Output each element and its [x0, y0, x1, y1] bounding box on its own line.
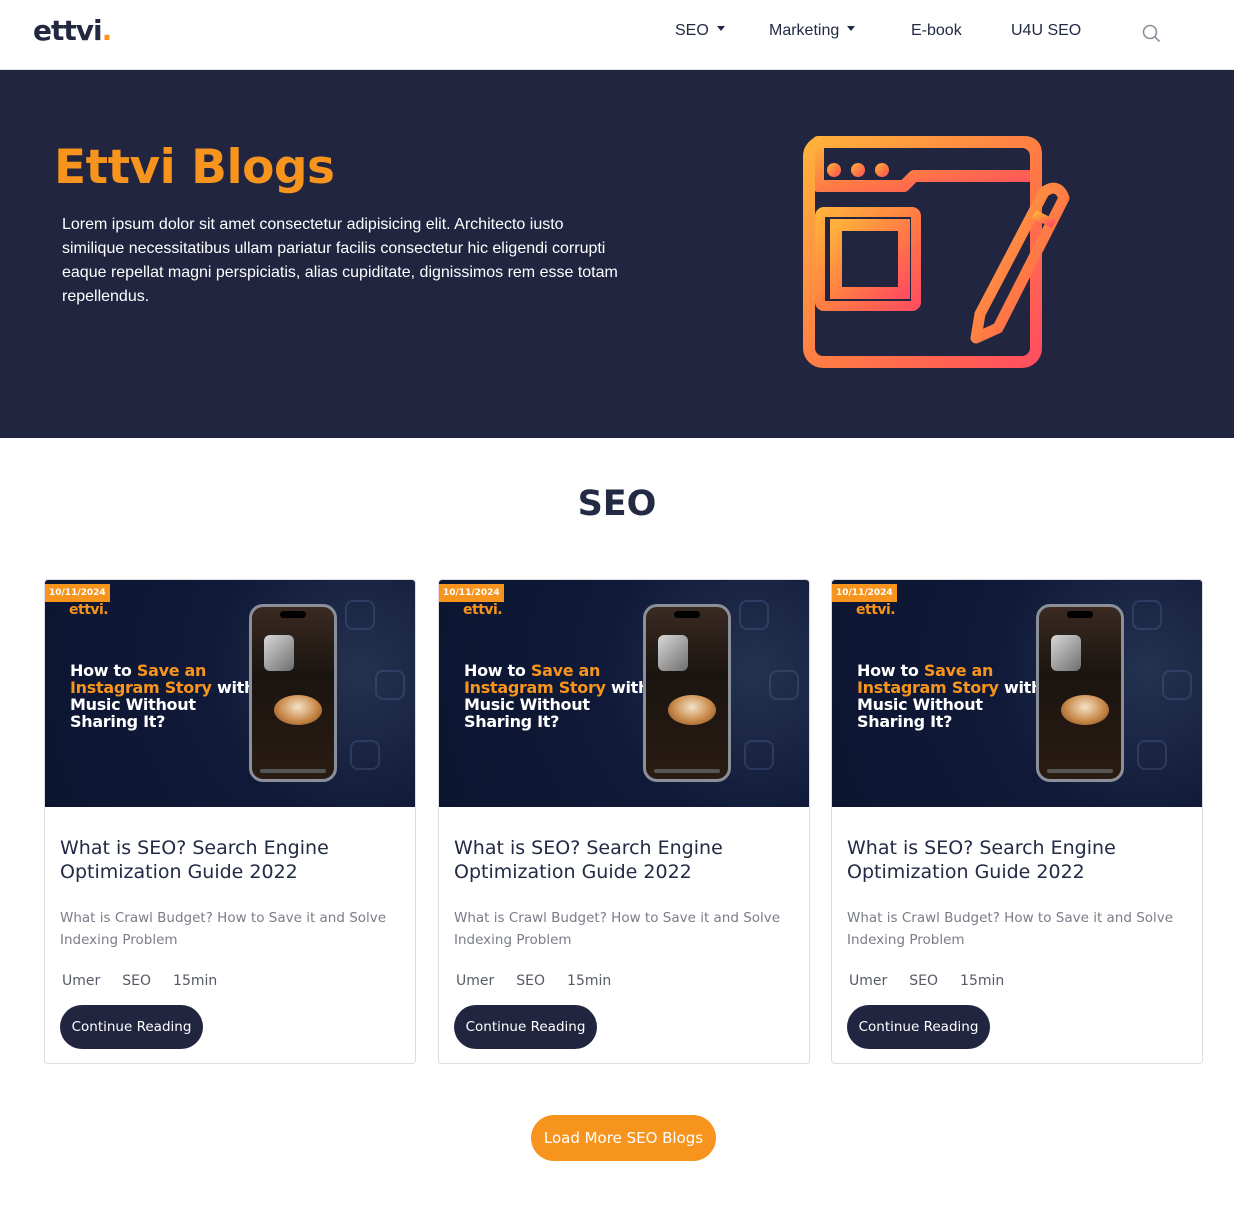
blog-card-meta: Umer SEO 15min — [456, 973, 633, 989]
blog-article-edit-icon — [796, 132, 1076, 372]
thumbnail-date: 10/11/2024 — [45, 584, 110, 602]
category: SEO — [122, 973, 152, 989]
nav-seo-label: SEO — [675, 22, 709, 39]
hero-banner: Ettvi Blogs Lorem ipsum dolor sit amet c… — [0, 70, 1234, 438]
thumbnail-date: 10/11/2024 — [439, 584, 504, 602]
thumbnail-brand: ettvi. — [856, 602, 896, 618]
pattern-decoration — [744, 740, 774, 770]
blog-card-description: What is Crawl Budget? How to Save it and… — [454, 910, 781, 948]
blog-card-title[interactable]: What is SEO? Search Engine Optimization … — [454, 836, 784, 884]
pattern-decoration — [1162, 670, 1192, 700]
pattern-decoration — [739, 600, 769, 630]
chevron-down-icon — [716, 26, 725, 32]
load-more-button[interactable]: Load More SEO Blogs — [531, 1115, 716, 1161]
thumbnail-date: 10/11/2024 — [832, 584, 897, 602]
blog-card-title[interactable]: What is SEO? Search Engine Optimization … — [60, 836, 390, 884]
author: Umer — [62, 973, 101, 989]
search-icon[interactable] — [1140, 22, 1162, 44]
read-time: 15min — [960, 973, 1005, 989]
chevron-down-icon — [847, 26, 856, 32]
continue-reading-button[interactable]: Continue Reading — [847, 1005, 990, 1049]
nav-u4u-seo-label: U4U SEO — [1011, 22, 1082, 39]
blog-card-description: What is Crawl Budget? How to Save it and… — [847, 910, 1174, 948]
section-title: SEO — [577, 484, 657, 524]
site-header: ettvi. SEO Marketing E-book U4U SEO — [0, 0, 1234, 70]
thumbnail-brand: ettvi. — [69, 602, 109, 618]
blog-card-meta: Umer SEO 15min — [849, 973, 1026, 989]
blog-card: 10/11/2024 ettvi. How to Save an Instagr… — [831, 579, 1203, 1064]
thumbnail-brand: ettvi. — [463, 602, 503, 618]
pattern-decoration — [375, 670, 405, 700]
pattern-decoration — [350, 740, 380, 770]
blog-thumbnail[interactable]: 10/11/2024 ettvi. How to Save an Instagr… — [832, 580, 1202, 807]
thumbnail-headline: How to Save an Instagram Story with Musi… — [464, 661, 650, 731]
thumbnail-headline: How to Save an Instagram Story with Musi… — [70, 661, 256, 731]
phone-image — [1036, 604, 1124, 782]
blog-thumbnail[interactable]: 10/11/2024 ettvi. How to Save an Instagr… — [45, 580, 415, 807]
blog-card-description: What is Crawl Budget? How to Save it and… — [60, 910, 387, 948]
category: SEO — [516, 973, 546, 989]
category: SEO — [909, 973, 939, 989]
blog-thumbnail[interactable]: 10/11/2024 ettvi. How to Save an Instagr… — [439, 580, 809, 807]
author: Umer — [849, 973, 888, 989]
nav-marketing[interactable]: Marketing — [769, 22, 856, 40]
nav-seo[interactable]: SEO — [675, 22, 725, 40]
blog-card: 10/11/2024 ettvi. How to Save an Instagr… — [44, 579, 416, 1064]
nav-ebook-label: E-book — [911, 22, 962, 39]
pattern-decoration — [1137, 740, 1167, 770]
blog-card-title[interactable]: What is SEO? Search Engine Optimization … — [847, 836, 1177, 884]
blog-card-meta: Umer SEO 15min — [62, 973, 239, 989]
phone-image — [643, 604, 731, 782]
pattern-decoration — [345, 600, 375, 630]
hero-title: Ettvi Blogs — [54, 140, 335, 195]
nav-ebook[interactable]: E-book — [911, 22, 962, 40]
continue-reading-button[interactable]: Continue Reading — [60, 1005, 203, 1049]
author: Umer — [456, 973, 495, 989]
phone-image — [249, 604, 337, 782]
read-time: 15min — [173, 973, 218, 989]
read-time: 15min — [567, 973, 612, 989]
nav-marketing-label: Marketing — [769, 22, 840, 39]
nav-u4u-seo[interactable]: U4U SEO — [1011, 22, 1081, 40]
pattern-decoration — [769, 670, 799, 700]
hero-description: Lorem ipsum dolor sit amet consectetur a… — [62, 216, 618, 305]
continue-reading-button[interactable]: Continue Reading — [454, 1005, 597, 1049]
pattern-decoration — [1132, 600, 1162, 630]
ettvi-logo[interactable]: ettvi. — [33, 14, 112, 47]
blog-card: 10/11/2024 ettvi. How to Save an Instagr… — [438, 579, 810, 1064]
thumbnail-headline: How to Save an Instagram Story with Musi… — [857, 661, 1043, 731]
